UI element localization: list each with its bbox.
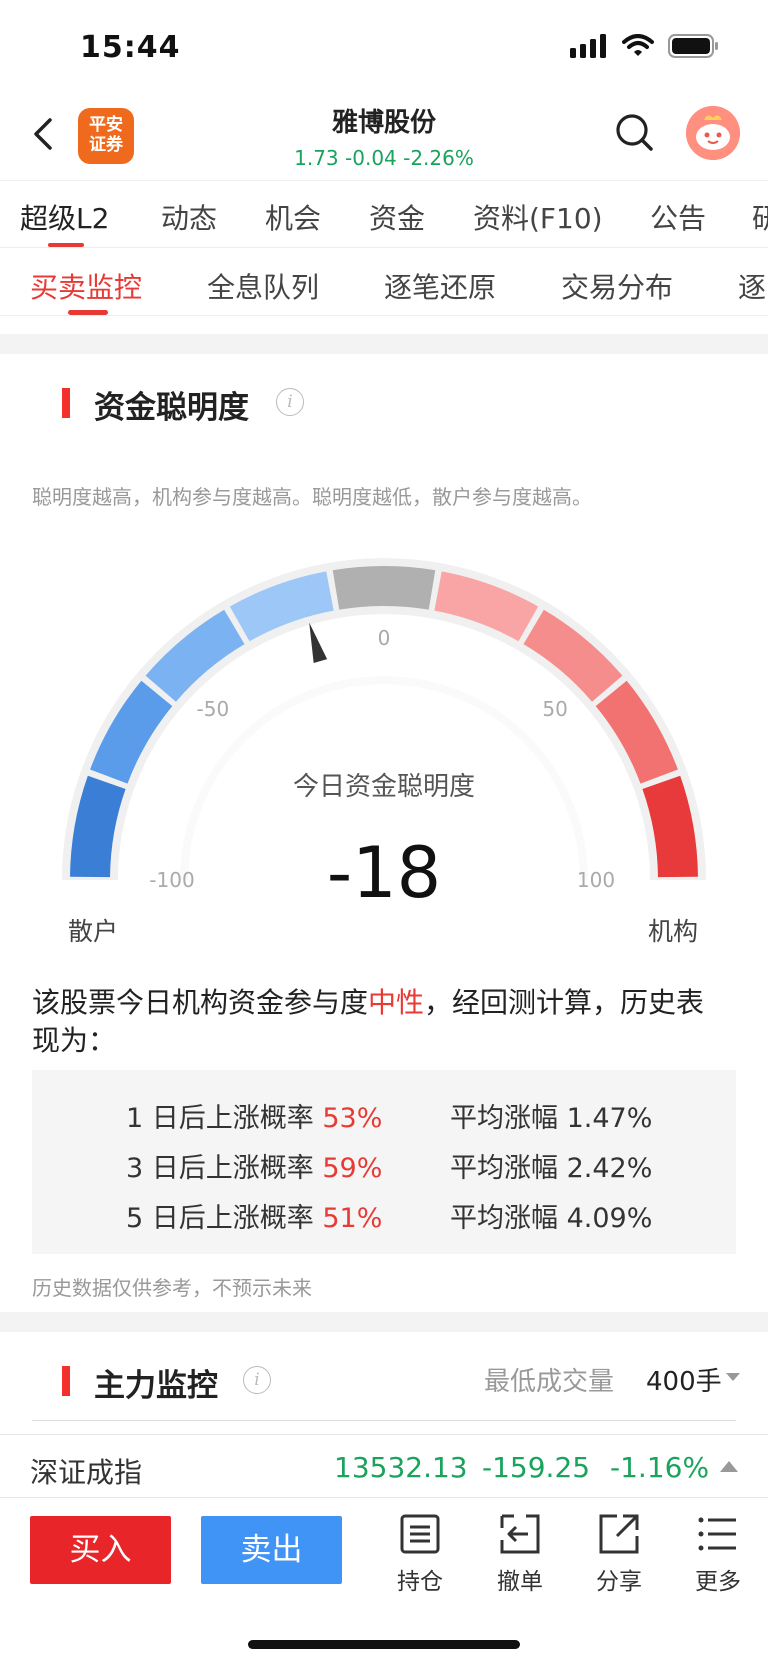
info-icon[interactable]: i: [276, 388, 304, 416]
tab-opportunity[interactable]: 机会: [265, 197, 321, 237]
more-button[interactable]: 更多: [678, 1512, 758, 1595]
stat-label: 日后上涨概率: [151, 1103, 314, 1134]
status-icons: [570, 34, 720, 58]
holdings-label: 持仓: [397, 1569, 443, 1595]
stat-prob: 53%: [322, 1103, 383, 1134]
cancel-order-button[interactable]: 撤单: [480, 1512, 560, 1595]
stat-avg-label: 平均涨幅: [450, 1103, 558, 1134]
summary-highlight: 中性: [368, 986, 425, 1019]
tab-funds[interactable]: 资金: [369, 197, 425, 237]
signal-icon: [570, 34, 606, 58]
stat-avg-label: 平均涨幅: [450, 1203, 558, 1234]
gauge-value: -18: [326, 832, 442, 914]
stat-row: 5 日后上涨概率 51% 平均涨幅 4.09%: [32, 1188, 736, 1240]
stat-days: 5: [126, 1203, 144, 1234]
stat-probability: 3 日后上涨概率 59%: [126, 1146, 382, 1185]
summary-prefix: 该股票今日机构资金参与度: [32, 986, 369, 1019]
main-force-title: 主力监控: [94, 1368, 218, 1404]
chevron-up-icon[interactable]: [720, 1461, 738, 1472]
secondary-tab-indicator: [68, 310, 108, 315]
section-accent-bar: [62, 1366, 70, 1396]
cancel-order-label: 撤单: [497, 1569, 543, 1595]
assistant-avatar-icon[interactable]: [686, 106, 740, 160]
disclaimer: 历史数据仅供参考，不预示未来: [32, 1276, 312, 1300]
status-time: 15:44: [80, 30, 181, 65]
index-change-pct: -1.16%: [610, 1451, 710, 1484]
buy-button[interactable]: 买入: [30, 1516, 171, 1584]
gauge-segment: [332, 566, 436, 610]
smart-money-title: 资金聪明度: [94, 390, 249, 426]
tab-trade-distribution[interactable]: 交易分布: [561, 266, 673, 306]
index-change: -159.25: [482, 1451, 591, 1484]
stat-avg: 4.09%: [566, 1203, 653, 1234]
section-gap: [0, 334, 768, 354]
more-icon: [698, 1517, 736, 1551]
stat-avg: 2.42%: [566, 1153, 653, 1184]
tab-profile-f10[interactable]: 资料(F10): [473, 197, 603, 237]
stat-probability: 1 日后上涨概率 53%: [126, 1096, 382, 1135]
backtest-stats: 1 日后上涨概率 53% 平均涨幅 1.47% 3 日后上涨概率 59% 平均涨…: [32, 1070, 736, 1254]
stat-avg-label: 平均涨幅: [450, 1153, 558, 1184]
smart-money-header: 资金聪明度 i: [0, 378, 768, 426]
index-name: 深证成指: [30, 1456, 143, 1489]
primary-tab-indicator: [48, 243, 84, 247]
share-label: 分享: [596, 1569, 642, 1595]
secondary-tabs: 买卖监控 全息队列 逐笔还原 交易分布 逐: [0, 248, 768, 316]
bottom-action-bar: 买入 卖出 持仓 撤单 分享 更多: [0, 1498, 768, 1663]
min-volume-label: 最低成交量: [484, 1367, 615, 1397]
home-indicator: [248, 1640, 520, 1649]
tab-announcements[interactable]: 公告: [650, 197, 706, 237]
tab-full-queue[interactable]: 全息队列: [207, 266, 319, 306]
stat-prob: 59%: [322, 1153, 383, 1184]
section-accent-bar: [62, 388, 70, 418]
info-icon[interactable]: i: [243, 1366, 271, 1394]
sell-button[interactable]: 卖出: [201, 1516, 342, 1584]
tab-tick-restore[interactable]: 逐笔还原: [384, 266, 496, 306]
holdings-button[interactable]: 持仓: [380, 1512, 460, 1595]
gauge-tick-label: 50: [542, 697, 567, 721]
tab-super-l2[interactable]: 超级L2: [20, 197, 109, 237]
gauge-left-label: 散户: [68, 917, 119, 946]
gauge-right-label: 机构: [648, 917, 699, 946]
gauge-tick-label: 0: [378, 626, 391, 650]
chevron-down-icon[interactable]: [726, 1373, 740, 1381]
tab-research[interactable]: 研: [752, 197, 768, 237]
index-value: 13532.13: [334, 1451, 468, 1484]
stat-label: 日后上涨概率: [151, 1153, 314, 1184]
status-bar: 15:44: [0, 0, 768, 96]
index-ticker[interactable]: 深证成指 13532.13 -159.25 -1.16%: [0, 1434, 768, 1498]
share-button[interactable]: 分享: [579, 1512, 659, 1595]
stat-days: 3: [126, 1153, 144, 1184]
min-volume-select[interactable]: 400手: [646, 1361, 722, 1398]
stat-probability: 5 日后上涨概率 51%: [126, 1196, 382, 1235]
wifi-icon: [622, 34, 654, 56]
stat-label: 日后上涨概率: [151, 1203, 314, 1234]
share-icon: [599, 1514, 639, 1554]
section-gap: [0, 1312, 768, 1332]
stat-days: 1: [126, 1103, 144, 1134]
cancel-order-icon: [500, 1514, 540, 1554]
holdings-icon: [400, 1514, 440, 1554]
stat-avg: 1.47%: [566, 1103, 653, 1134]
tab-tick-more[interactable]: 逐: [738, 266, 766, 306]
stat-row: 1 日后上涨概率 53% 平均涨幅 1.47%: [32, 1088, 736, 1140]
smart-money-summary: 该股票今日机构资金参与度中性，经回测计算，历史表现为：: [32, 984, 732, 1060]
stat-average: 平均涨幅 2.42%: [450, 1146, 652, 1185]
tab-news[interactable]: 动态: [161, 197, 217, 237]
smart-money-description: 聪明度越高，机构参与度越高。聪明度越低，散户参与度越高。: [32, 485, 592, 509]
gauge-tick-label: -50: [197, 697, 230, 721]
primary-tabs: 超级L2 动态 机会 资金 资料(F10) 公告 研: [0, 180, 768, 248]
gauge-needle: [309, 622, 328, 664]
stat-average: 平均涨幅 1.47%: [450, 1096, 652, 1135]
gauge-label: 今日资金聪明度: [292, 772, 475, 802]
more-label: 更多: [695, 1569, 741, 1595]
search-icon[interactable]: [614, 112, 656, 154]
stat-prob: 51%: [322, 1203, 383, 1234]
battery-icon: [668, 34, 718, 58]
stat-row: 3 日后上涨概率 59% 平均涨幅 2.42%: [32, 1138, 736, 1190]
header: 平安 证券 雅博股份 1.73 -0.04 -2.26%: [0, 96, 768, 180]
stat-average: 平均涨幅 4.09%: [450, 1196, 652, 1235]
tab-buy-sell-monitor[interactable]: 买卖监控: [30, 266, 142, 306]
